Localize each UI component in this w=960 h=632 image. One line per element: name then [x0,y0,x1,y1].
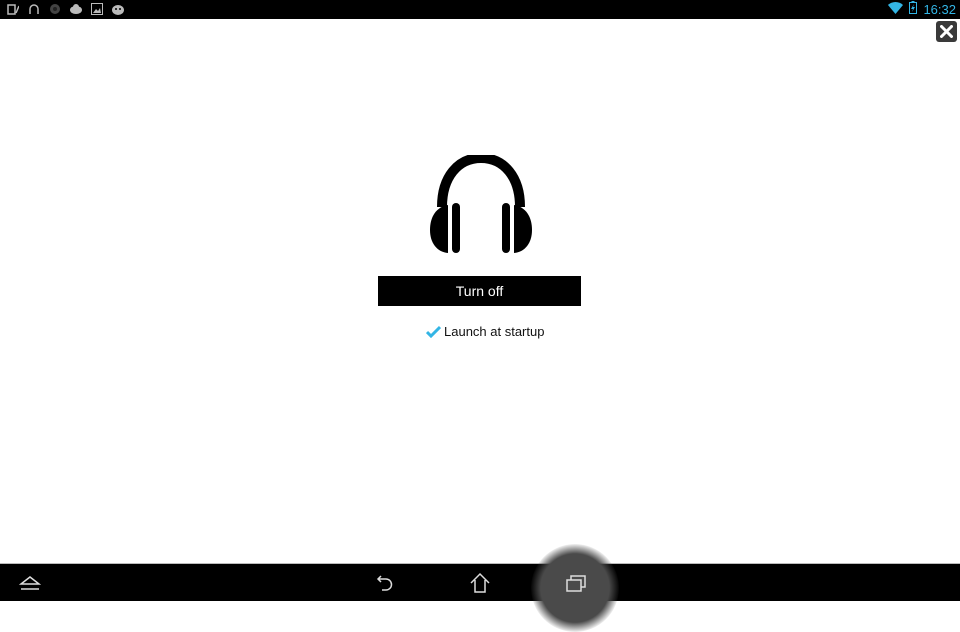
wifi-icon [888,1,904,17]
headphones-icon [27,2,41,16]
launch-at-startup-checkbox[interactable]: Launch at startup [426,324,544,339]
android-icon [111,2,125,16]
system-status: 16:32 [888,1,956,17]
navigation-bar [0,544,960,632]
clock: 16:32 [923,1,956,17]
recent-apps-button[interactable] [561,564,591,601]
launch-at-startup-label: Launch at startup [444,324,545,339]
clipboard-edit-icon [6,2,20,16]
close-button[interactable] [936,21,957,42]
image-icon [90,2,104,16]
collapse-icon [19,575,41,590]
home-button[interactable] [465,564,495,601]
headphones-icon [430,155,532,253]
checkmark-icon [426,325,441,338]
collapse-button[interactable] [16,564,44,601]
media-icon [48,2,62,16]
recent-apps-icon [566,574,586,592]
turn-off-button[interactable]: Turn off [378,276,581,306]
back-icon [376,574,393,591]
home-icon [470,572,490,593]
close-icon [940,25,953,38]
back-button[interactable] [370,564,398,601]
notification-icons [6,2,125,16]
status-bar: 16:32 [0,0,960,19]
cloud-sync-icon [69,2,83,16]
battery-charging-icon [909,1,918,17]
